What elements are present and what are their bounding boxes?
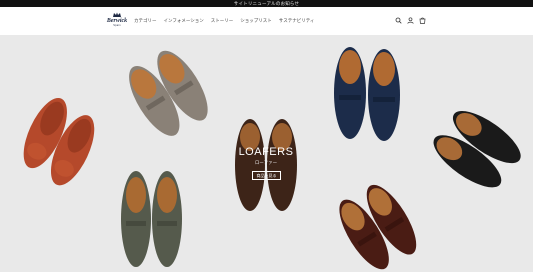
shoe-olive-suede[interactable] [116,167,186,272]
header-icons [395,17,426,24]
nav-item-story[interactable]: ストーリー [211,17,234,25]
site-header: Berwick Spain カテゴリー インフォメーション ストーリー ショップ… [0,7,533,36]
search-icon[interactable] [395,17,402,24]
shoe-rust-suede[interactable] [8,93,108,186]
main-nav: カテゴリー インフォメーション ストーリー ショップリスト サステナビリティ [134,17,314,25]
nav-item-information[interactable]: インフォメーション [164,17,204,25]
shoe-navy-leather[interactable] [330,43,404,143]
nav-item-sustainability[interactable]: サステナビリティ [279,17,315,25]
announcement-bar: サイトリニューアルのお知らせ [0,0,533,7]
hero-subtitle: ローファー [254,160,278,165]
hero-title: LOAFERS [238,146,294,158]
nav-item-shop-list[interactable]: ショップリスト [240,17,272,25]
view-products-button[interactable]: 商品を見る [252,171,281,180]
account-icon[interactable] [407,17,414,24]
brand-logo[interactable]: Berwick Spain [106,12,128,32]
shoe-taupe-suede[interactable] [116,43,218,143]
shoe-burgundy-leather[interactable] [326,182,426,272]
nav-item-category[interactable]: カテゴリー [134,17,157,25]
cart-icon[interactable] [419,17,426,24]
hero-banner[interactable]: LOAFERS ローファー 商品を見る [0,35,533,272]
logo-tagline: Spain [113,24,121,27]
announcement-text[interactable]: サイトリニューアルのお知らせ [234,1,299,6]
shoe-black-suede[interactable] [424,105,528,193]
